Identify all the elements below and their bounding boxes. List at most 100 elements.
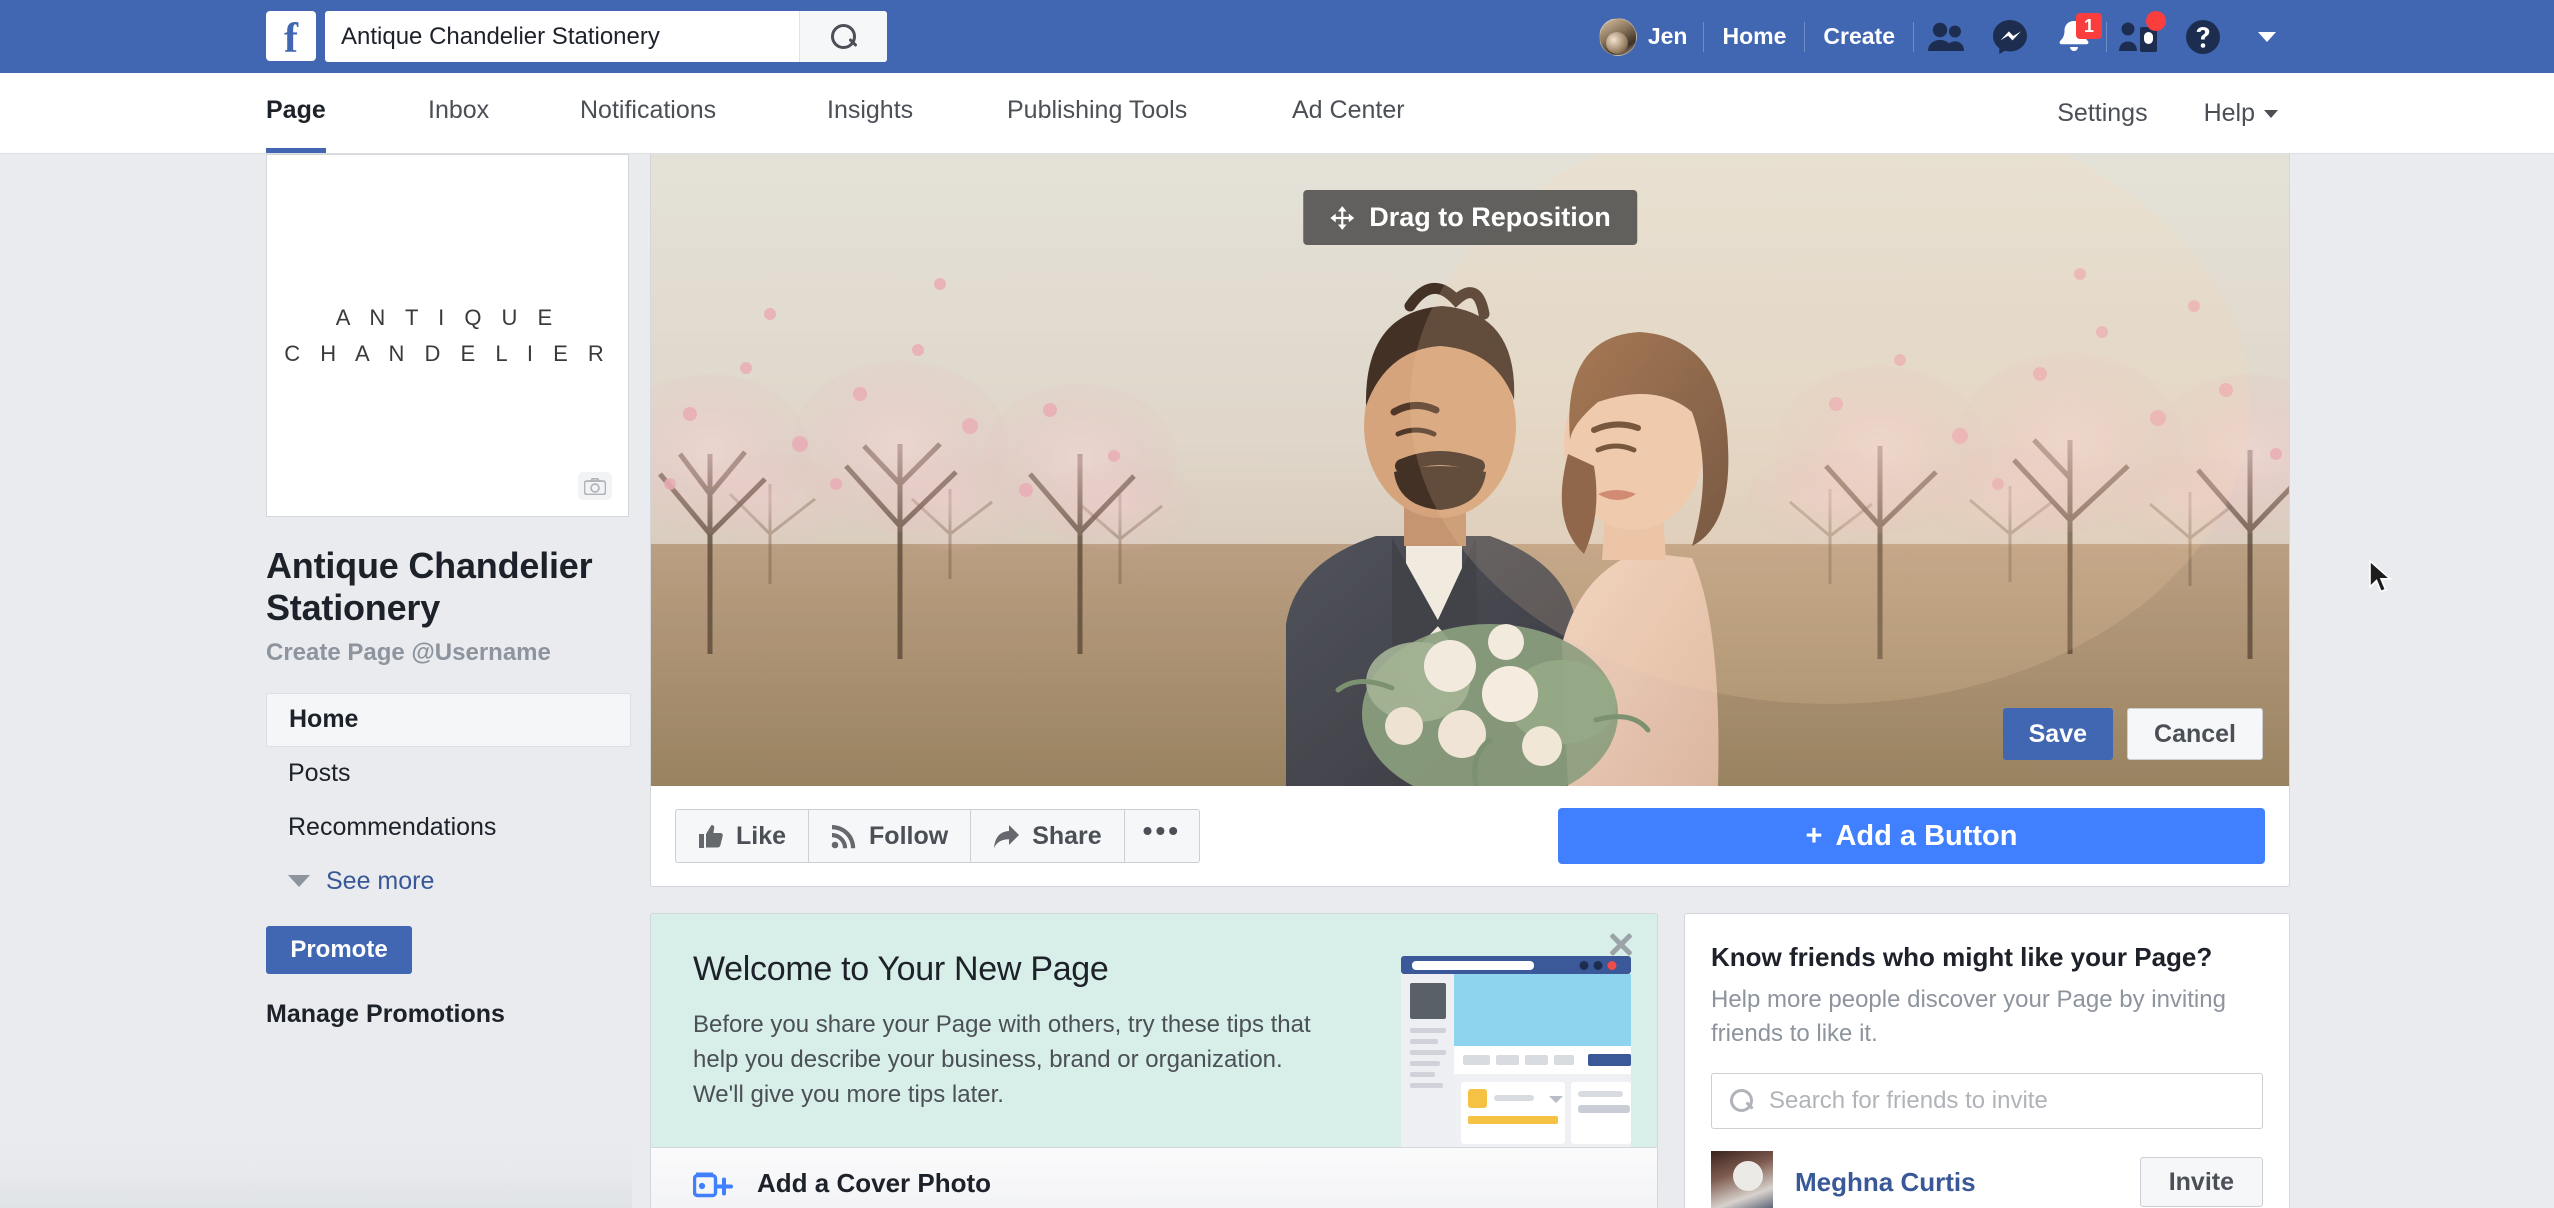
cover-photo[interactable]: Drag to Reposition Save Cancel [651,154,2289,786]
add-a-button-cta[interactable]: + Add a Button [1558,808,2265,864]
divider [2106,21,2107,52]
ellipsis-icon: ••• [1142,815,1182,846]
facebook-logo-icon[interactable]: f [266,11,316,61]
invite-card-heading: Know friends who might like your Page? [1711,942,2213,972]
nav-home-link[interactable]: Home [1704,23,1804,50]
notifications-button[interactable]: 1 [2048,0,2102,73]
page-engagement-buttons: Like Follow Share ••• [675,809,1201,863]
pages-feed-button[interactable] [2113,0,2166,73]
tab-inbox[interactable]: Inbox [428,72,489,153]
invite-friends-card: Know friends who might like your Page? H… [1684,913,2290,1208]
chevron-down-icon [2258,31,2276,42]
welcome-card: Welcome to Your New Page Before you shar… [650,913,1658,1148]
invite-search-field[interactable] [1711,1073,2263,1130]
friend-requests-icon [1928,22,1964,51]
profile-logo-line-1: A N T I Q U E [335,304,560,330]
search-submit-button[interactable] [799,11,887,62]
plus-icon: + [1805,819,1823,852]
welcome-heading: Welcome to Your New Page [693,950,1109,988]
rss-icon [831,824,856,848]
list-item: Meghna Curtis Invite [1711,1151,2263,1208]
welcome-card-body: Welcome to Your New Page Before you shar… [651,914,1371,1112]
help-label: Help [2203,99,2255,127]
page-profile-picture[interactable]: A N T I Q U E C H A N D E L I E R [266,154,629,517]
page-body: A N T I Q U E C H A N D E L I E R Antiqu… [0,154,2554,1208]
profile-logo-line-2: C H A N D E L I E R [284,340,611,366]
cover-photo-image [651,154,2289,786]
page-action-row: Like Follow Share ••• + Add a Button [651,786,2289,886]
thumbs-up-icon [699,824,723,848]
follow-button[interactable]: Follow [808,809,972,863]
close-icon[interactable] [1607,930,1635,958]
invite-card-subtext: Help more people discover your Page by i… [1711,986,2226,1048]
tab-page[interactable]: Page [266,72,326,153]
follow-label: Follow [869,821,949,850]
global-search-bar [325,11,887,62]
sidebar-see-more[interactable]: See more [266,867,631,896]
search-icon [1730,1089,1754,1113]
avatar [1598,17,1637,56]
tab-notifications[interactable]: Notifications [580,72,716,153]
add-a-button-label: Add a Button [1835,819,2018,852]
page-tab-navbar: Page Inbox Notifications Insights Publis… [0,73,2554,154]
add-cover-photo-label: Add a Cover Photo [757,1167,992,1198]
subnav-right-cluster: Settings Help [2029,73,2306,154]
create-username-link[interactable]: Create Page @Username [266,639,631,667]
help-button[interactable] [2177,0,2229,73]
manage-promotions-link[interactable]: Manage Promotions [266,1000,631,1029]
camera-icon [584,477,606,495]
welcome-column: Welcome to Your New Page Before you shar… [650,913,1658,1208]
more-options-button[interactable]: ••• [1123,809,1201,863]
welcome-body-text: Before you share your Page with others, … [693,1011,1311,1109]
see-more-label: See more [326,866,435,895]
page-main-column: Drag to Reposition Save Cancel Like Foll… [650,154,2290,1208]
friend-name[interactable]: Meghna Curtis [1795,1167,2118,1198]
move-crosshair-icon [1330,205,1355,230]
like-label: Like [736,821,787,850]
messenger-button[interactable] [1984,0,2036,73]
tab-ad-center[interactable]: Ad Center [1292,72,1405,153]
search-input[interactable] [325,11,799,62]
help-menu[interactable]: Help [2176,99,2306,128]
drag-to-reposition-label: Drag to Reposition [1369,202,1611,232]
settings-label: Settings [2057,99,2148,127]
help-circle-icon [2186,19,2220,54]
chevron-down-icon [288,875,310,888]
share-label: Share [1032,821,1102,850]
invite-button[interactable]: Invite [2139,1157,2263,1208]
cover-card: Drag to Reposition Save Cancel Like Foll… [650,154,2290,887]
pages-badge-dot [2146,11,2166,31]
settings-link[interactable]: Settings [2029,99,2175,128]
sidebar-nav: Home Posts Recommendations See more [266,692,631,896]
global-top-navbar: f Jen Home Create [0,0,2554,73]
divider [1913,21,1914,52]
browser-mockup-illustration [1401,956,1631,1147]
notification-badge: 1 [2076,13,2102,39]
invite-search-input[interactable] [1769,1087,2244,1116]
like-button[interactable]: Like [675,809,810,863]
friend-requests-button[interactable] [1920,0,1972,73]
page-bottom-fade [0,1142,632,1208]
sidebar-item-home[interactable]: Home [266,692,631,747]
sidebar-item-posts[interactable]: Posts [266,747,631,801]
tab-publishing-tools[interactable]: Publishing Tools [1007,72,1187,153]
account-menu-button[interactable] [2241,0,2293,73]
share-arrow-icon [994,824,1020,848]
nav-profile-link[interactable]: Jen [1583,17,1704,56]
cancel-cover-button[interactable]: Cancel [2127,708,2263,760]
drag-to-reposition-button[interactable]: Drag to Reposition [1303,190,1637,245]
tab-insights[interactable]: Insights [827,72,913,153]
sidebar-item-recommendations[interactable]: Recommendations [266,801,631,855]
edit-profile-picture-button[interactable] [578,472,612,500]
avatar[interactable] [1711,1151,1773,1208]
share-button[interactable]: Share [970,809,1125,863]
page-lower-row: Welcome to Your New Page Before you shar… [650,913,2290,1208]
cover-action-buttons: Save Cancel [2002,708,2263,760]
chevron-down-icon [2264,109,2278,118]
topbar-right-cluster: Jen Home Create 1 [1583,0,2299,73]
page-sidebar: A N T I Q U E C H A N D E L I E R Antiqu… [266,154,631,1029]
add-cover-photo-task[interactable]: Add a Cover Photo [650,1147,1658,1208]
save-cover-button[interactable]: Save [2002,708,2114,760]
promote-button[interactable]: Promote [266,925,412,974]
nav-create-link[interactable]: Create [1805,23,1913,50]
